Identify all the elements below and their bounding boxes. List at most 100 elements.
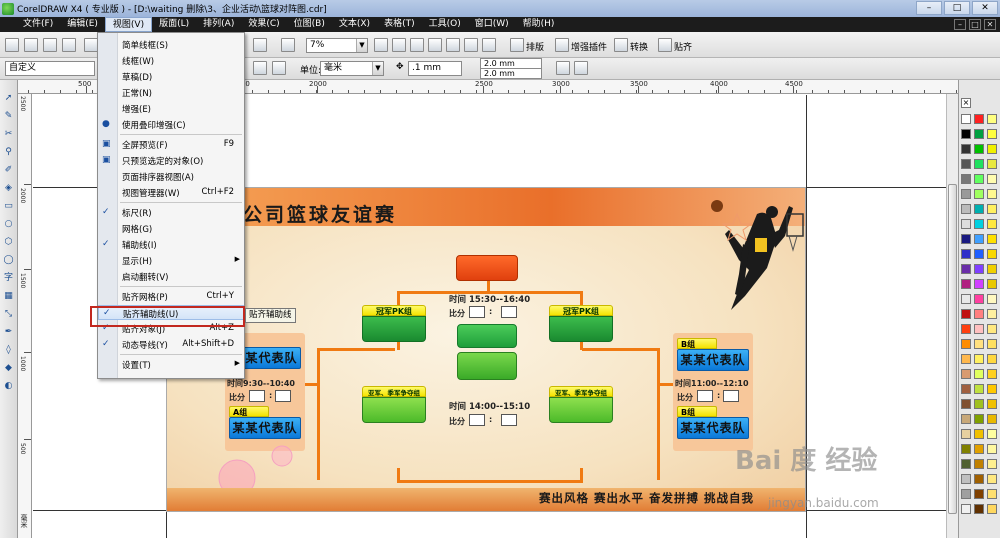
color-swatch[interactable] — [974, 354, 984, 364]
new-document-icon[interactable] — [5, 38, 19, 52]
smart-fill-icon[interactable]: ◈ — [2, 182, 15, 195]
color-swatch[interactable] — [987, 189, 997, 199]
color-swatch[interactable] — [961, 429, 971, 439]
color-swatch[interactable] — [961, 294, 971, 304]
color-swatch[interactable] — [974, 384, 984, 394]
color-swatch[interactable] — [987, 444, 997, 454]
view-menu-item[interactable]: ✓ 动态导线(Y) Alt+Shift+D — [98, 337, 244, 352]
snap-icon[interactable] — [281, 38, 295, 52]
menu-window[interactable]: 窗口(W) — [468, 17, 516, 32]
color-swatch[interactable] — [961, 369, 971, 379]
zoom-tool-icon[interactable]: ⚲ — [2, 146, 15, 159]
color-swatch[interactable] — [987, 504, 997, 514]
menu-help[interactable]: 帮助(H) — [516, 17, 562, 32]
color-swatch[interactable] — [987, 279, 997, 289]
color-swatch[interactable] — [974, 144, 984, 154]
color-swatch[interactable] — [961, 264, 971, 274]
scrollbar-thumb[interactable] — [948, 184, 957, 514]
doc-close-button[interactable]: ✕ — [984, 19, 996, 30]
zoom-out-icon[interactable] — [392, 38, 406, 52]
color-swatch[interactable] — [974, 189, 984, 199]
view-menu-item[interactable]: 网格(G) — [98, 221, 244, 236]
color-swatch[interactable] — [961, 459, 971, 469]
vertical-scrollbar[interactable] — [946, 94, 958, 538]
zoom-page-icon[interactable] — [446, 38, 460, 52]
open-icon[interactable] — [24, 38, 38, 52]
color-swatch[interactable] — [974, 444, 984, 454]
convert-icon[interactable] — [614, 38, 628, 52]
color-swatch[interactable] — [987, 174, 997, 184]
color-swatch[interactable] — [961, 219, 971, 229]
dimension-tool-icon[interactable]: ⤡ — [2, 308, 15, 321]
zoom-width-icon[interactable] — [464, 38, 478, 52]
color-swatch[interactable] — [974, 504, 984, 514]
close-button[interactable]: ✕ — [972, 1, 998, 15]
menu-text[interactable]: 文本(X) — [332, 17, 377, 32]
color-swatch[interactable] — [961, 234, 971, 244]
menu-layout[interactable]: 版面(L) — [152, 17, 196, 32]
view-menu-item[interactable]: ▣ 只预览选定的对象(O) — [98, 153, 244, 168]
zoom-all-icon[interactable] — [428, 38, 442, 52]
view-menu-item[interactable]: 启动翻转(V) — [98, 269, 244, 284]
menu-table[interactable]: 表格(T) — [377, 17, 422, 32]
pick-tool-icon[interactable]: ➚ — [2, 92, 15, 105]
units-combo[interactable]: 毫米 ▼ — [320, 61, 384, 76]
color-swatch[interactable] — [961, 174, 971, 184]
zoom-in-icon[interactable] — [374, 38, 388, 52]
menu-arrange[interactable]: 排列(A) — [196, 17, 241, 32]
fill-tool-icon[interactable]: ◆ — [2, 362, 15, 375]
color-swatch[interactable] — [974, 114, 984, 124]
color-swatch[interactable] — [987, 324, 997, 334]
color-swatch[interactable] — [974, 369, 984, 379]
rectangle-tool-icon[interactable]: ▭ — [2, 200, 15, 213]
color-swatch[interactable] — [987, 489, 997, 499]
freehand-tool-icon[interactable]: ✐ — [2, 164, 15, 177]
doc-restore-button[interactable]: □ — [969, 19, 981, 30]
color-swatch[interactable] — [961, 504, 971, 514]
color-swatch[interactable] — [987, 249, 997, 259]
view-menu-item[interactable]: ✓ 辅助线(I) — [98, 237, 244, 252]
polygon-tool-icon[interactable]: ⬡ — [2, 236, 15, 249]
color-swatch[interactable] — [974, 489, 984, 499]
zoom-selected-icon[interactable] — [410, 38, 424, 52]
table-tool-icon[interactable]: ▦ — [2, 290, 15, 303]
no-fill-swatch[interactable]: × — [961, 98, 971, 108]
color-swatch[interactable] — [961, 354, 971, 364]
view-menu-item[interactable]: 显示(H) ▶ — [98, 253, 244, 268]
cut-icon[interactable] — [84, 38, 98, 52]
basic-shapes-icon[interactable]: ◯ — [2, 254, 15, 267]
interactive-fill-icon[interactable]: ◐ — [2, 380, 15, 393]
color-swatch[interactable] — [974, 459, 984, 469]
draw-fill-icon[interactable] — [574, 61, 588, 75]
color-swatch[interactable] — [974, 249, 984, 259]
color-swatch[interactable] — [961, 249, 971, 259]
vertical-ruler[interactable]: 2500 2000 1500 1000 500 毫米 — [18, 94, 32, 538]
color-swatch[interactable] — [961, 114, 971, 124]
view-menu-item[interactable]: 简单线框(S) — [98, 37, 244, 52]
color-swatch[interactable] — [987, 114, 997, 124]
view-menu-item[interactable]: 视图管理器(W) Ctrl+F2 — [98, 185, 244, 200]
menu-edit[interactable]: 编辑(E) — [60, 17, 105, 32]
color-swatch[interactable] — [961, 399, 971, 409]
treat-as-filled-icon[interactable] — [556, 61, 570, 75]
menu-effects[interactable]: 效果(C) — [241, 17, 286, 32]
view-menu-item[interactable]: 增强(E) — [98, 101, 244, 116]
color-swatch[interactable] — [974, 309, 984, 319]
color-swatch[interactable] — [974, 204, 984, 214]
snap-align-icon[interactable] — [658, 38, 672, 52]
view-menu-item[interactable]: 正常(N) — [98, 85, 244, 100]
color-swatch[interactable] — [974, 474, 984, 484]
color-swatch[interactable] — [974, 129, 984, 139]
color-swatch[interactable] — [987, 264, 997, 274]
outline-tool-icon[interactable]: ◊ — [2, 344, 15, 357]
color-swatch[interactable] — [974, 264, 984, 274]
color-swatch[interactable] — [961, 489, 971, 499]
color-swatch[interactable] — [961, 279, 971, 289]
view-menu-item[interactable]: ● 使用叠印增强(C) — [98, 117, 244, 132]
color-swatch[interactable] — [974, 159, 984, 169]
basketball-bracket-artwork[interactable]: 公司篮球友谊赛 时间 15:30--16:40 比分: 时间 14:00--1… — [166, 187, 806, 512]
shape-tool-icon[interactable]: ✎ — [2, 110, 15, 123]
plugin-button[interactable]: 增强插件 — [571, 40, 607, 53]
color-swatch[interactable] — [987, 474, 997, 484]
color-swatch[interactable] — [974, 339, 984, 349]
